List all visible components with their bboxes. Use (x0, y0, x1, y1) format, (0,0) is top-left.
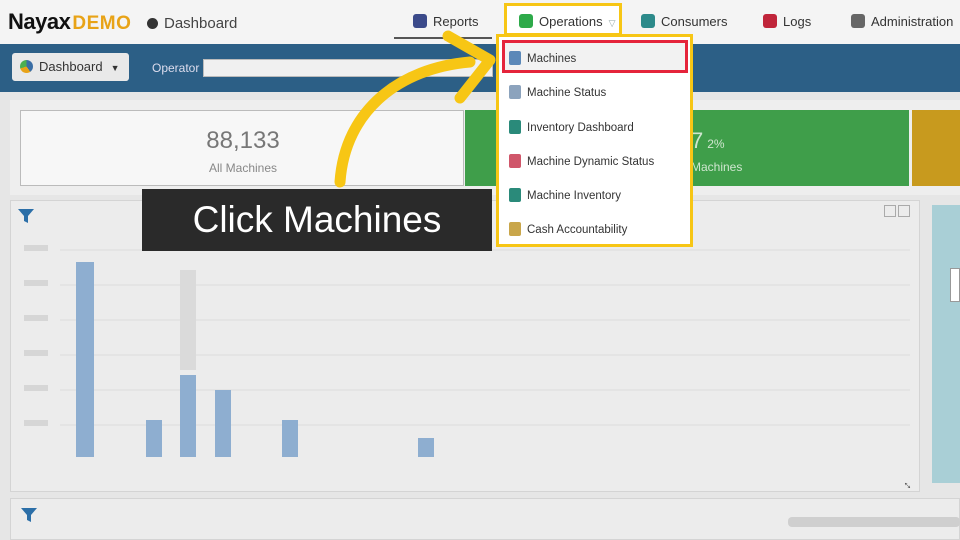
nav-logs[interactable]: Logs (763, 13, 811, 33)
nayax-logo[interactable]: Nayax DEMO (8, 9, 131, 35)
y-tick-label (24, 420, 48, 426)
active-machines-percent: 2% (707, 137, 725, 151)
export-icon[interactable] (884, 205, 896, 217)
menu-item-label: Machines (527, 53, 577, 65)
menu-item-inventory-dashboard[interactable]: Inventory Dashboard (509, 118, 634, 138)
chart-bar (180, 375, 196, 457)
y-tick-label (24, 280, 48, 286)
dashboard-dot-icon (147, 18, 158, 29)
y-tick-label (24, 385, 48, 391)
chart-bar-faded (180, 270, 196, 370)
filter-icon[interactable] (20, 506, 38, 524)
chart-bar (146, 420, 162, 457)
menu-item-machine-inventory[interactable]: Machine Inventory (509, 186, 621, 206)
logo-demo-suffix: DEMO (72, 13, 132, 34)
dashboard-select-label: Dashboard (39, 59, 103, 74)
menu-item-label: Machine Status (527, 87, 607, 99)
logo-text: Nayax (8, 9, 71, 34)
operations-icon (519, 14, 533, 28)
nav-operations-label: Operations (539, 14, 603, 29)
nav-administration[interactable]: Administration (851, 13, 953, 33)
download-icon[interactable] (898, 205, 910, 217)
chevron-down-icon: ▼ (110, 63, 120, 73)
active-machines-label: Machines (691, 160, 743, 174)
chart-bar (76, 262, 94, 457)
blurred-bar-chart (24, 245, 910, 457)
consumers-icon (641, 14, 655, 28)
menu-item-label: Cash Accountability (527, 224, 628, 236)
all-machines-label: All Machines (208, 161, 278, 175)
menu-item-machine-dynamic-status[interactable]: Machine Dynamic Status (509, 152, 654, 172)
filter-icon[interactable] (17, 207, 35, 225)
toolbar: Dashboard ▼ Operator (0, 44, 960, 92)
dashboard-select-button[interactable]: Dashboard ▼ (12, 53, 129, 81)
menu-item-machine-status[interactable]: Machine Status (509, 83, 606, 103)
y-tick-label (24, 245, 48, 251)
chart-bar (418, 438, 434, 457)
warning-card[interactable] (912, 110, 960, 186)
cash-accountability-icon (509, 222, 521, 236)
machines-icon (509, 51, 521, 65)
panel-controls (884, 205, 912, 220)
machine-dynamic-status-icon (509, 154, 521, 168)
menu-item-label: Machine Inventory (527, 190, 621, 202)
inventory-dashboard-icon (509, 120, 521, 134)
menu-item-label: Machine Dynamic Status (527, 156, 655, 168)
menu-item-cash-accountability[interactable]: Cash Accountability (509, 220, 627, 240)
logs-icon (763, 14, 777, 28)
chart-icon (413, 14, 427, 28)
operator-input[interactable] (203, 59, 493, 77)
top-bar: Nayax DEMO Dashboard Reports Operations ▽ … (0, 0, 960, 44)
operator-label: Operator (152, 61, 200, 75)
admin-icon (851, 14, 865, 28)
pie-chart-icon (20, 60, 33, 73)
page-title: Dashboard (147, 15, 237, 32)
chart-bar (215, 390, 231, 457)
side-panel-handle[interactable] (950, 268, 960, 302)
menu-item-machines[interactable]: Machines (509, 49, 576, 69)
nav-logs-label: Logs (783, 14, 812, 29)
nav-consumers[interactable]: Consumers (641, 13, 727, 33)
y-tick-label (24, 315, 48, 321)
page-title-text: Dashboard (164, 15, 238, 32)
operations-dropdown-menu: Machines Machine Status Inventory Dashbo… (496, 34, 693, 247)
machine-inventory-icon (509, 188, 521, 202)
nav-reports[interactable]: Reports (413, 13, 479, 33)
nav-operations[interactable]: Operations ▽ (519, 13, 616, 33)
nav-administration-label: Administration (871, 14, 954, 29)
bottom-status (788, 517, 960, 527)
all-machines-value: 88,133 (206, 127, 280, 154)
nav-underline (394, 37, 492, 39)
side-panel (932, 205, 960, 483)
chevron-down-icon: ▽ (608, 18, 616, 28)
instruction-tooltip: Click Machines (142, 189, 492, 251)
nav-reports-label: Reports (433, 14, 479, 29)
y-tick-label (24, 350, 48, 356)
chart-bar (282, 420, 298, 457)
all-machines-card[interactable]: 88,133 All Machines (20, 110, 464, 186)
nav-consumers-label: Consumers (661, 14, 728, 29)
active-machines-value: 7 2% (691, 128, 725, 154)
menu-item-label: Inventory Dashboard (527, 122, 634, 134)
machine-status-icon (509, 85, 521, 99)
